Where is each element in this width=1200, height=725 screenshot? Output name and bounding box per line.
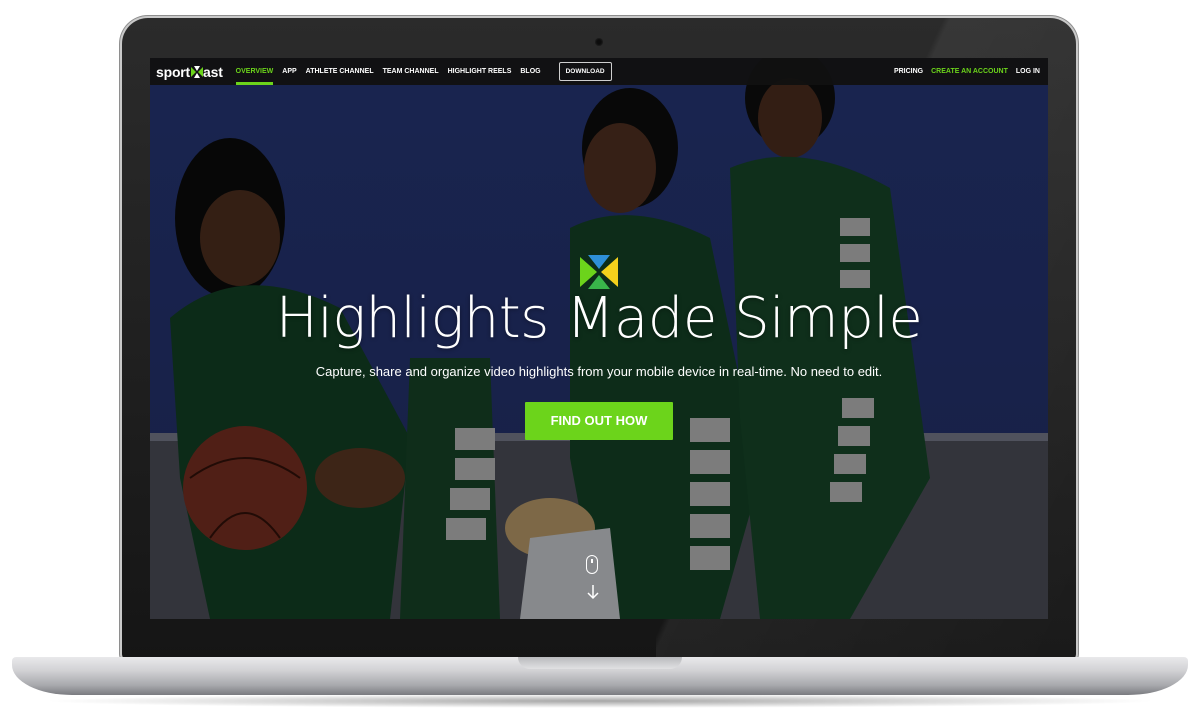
- website-screen: sport ast OVERVIEW APP ATHLETE CHANNEL T…: [150, 58, 1048, 619]
- nav-overview[interactable]: OVERVIEW: [235, 58, 273, 85]
- mouse-scroll-icon[interactable]: [586, 555, 598, 574]
- laptop-notch: [518, 657, 682, 669]
- laptop-base: [12, 657, 1188, 695]
- download-button[interactable]: DOWNLOAD: [558, 62, 612, 81]
- nav-team-channel[interactable]: TEAM CHANNEL: [383, 58, 439, 85]
- nav-blog[interactable]: BLOG: [520, 58, 540, 85]
- sportscast-x-logo-icon: [580, 255, 618, 289]
- account-nav: PRICING CREATE AN ACCOUNT LOG IN: [886, 58, 1040, 85]
- sportscast-logo[interactable]: sport ast: [156, 64, 223, 80]
- nav-highlight-reels[interactable]: HIGHLIGHT REELS: [448, 58, 512, 85]
- logo-text-left: sport: [156, 63, 191, 80]
- arrow-down-icon[interactable]: [586, 584, 600, 600]
- nav-pricing[interactable]: PRICING: [894, 58, 923, 85]
- primary-nav: OVERVIEW APP ATHLETE CHANNEL TEAM CHANNE…: [235, 58, 612, 85]
- laptop-shadow: [40, 694, 1160, 708]
- logo-text-right: ast: [203, 63, 223, 80]
- top-navbar: sport ast OVERVIEW APP ATHLETE CHANNEL T…: [150, 58, 1048, 85]
- hero-title: Highlights Made Simple: [275, 286, 923, 351]
- login-link[interactable]: LOG IN: [1016, 58, 1040, 85]
- nav-athlete-channel[interactable]: ATHLETE CHANNEL: [306, 58, 374, 85]
- nav-app[interactable]: APP: [282, 58, 296, 85]
- create-account-link[interactable]: CREATE AN ACCOUNT: [931, 58, 1008, 85]
- find-out-how-button[interactable]: FIND OUT HOW: [525, 402, 673, 440]
- hero-subtitle: Capture, share and organize video highli…: [315, 364, 883, 379]
- logo-x-icon: [191, 65, 204, 78]
- webcam: [595, 38, 603, 46]
